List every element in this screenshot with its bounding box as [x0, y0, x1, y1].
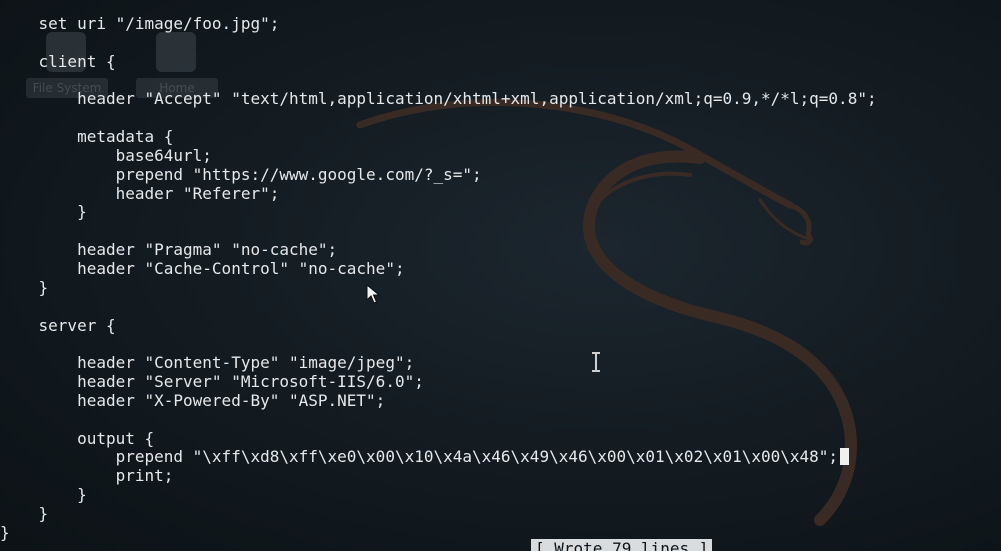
code-line: }: [0, 202, 87, 222]
mouse-pointer-icon: [366, 284, 380, 304]
code-line: server {: [0, 315, 116, 335]
code-line: }: [0, 522, 10, 542]
text-caret: [840, 448, 850, 466]
nano-status-message: [ Wrote 79 lines ]: [531, 539, 713, 551]
config-editor-text[interactable]: set uri "/image/foo.jpg"; client { heade…: [0, 14, 1001, 543]
code-line: }: [0, 277, 49, 297]
code-line: prepend "https://www.google.com/?_s=";: [0, 164, 482, 184]
code-line: header "Content-Type" "image/jpeg";: [0, 353, 415, 373]
terminal-window[interactable]: set uri "/image/foo.jpg"; client { heade…: [0, 0, 1001, 551]
text-cursor-icon: [592, 352, 600, 372]
code-line: client {: [0, 51, 116, 71]
code-line: header "Cache-Control" "no-cache";: [0, 258, 405, 278]
code-line: }: [0, 485, 87, 505]
code-line: header "X-Powered-By" "ASP.NET";: [0, 390, 386, 410]
code-line: metadata {: [0, 127, 174, 147]
code-line: header "Accept" "text/html,application/x…: [0, 89, 877, 109]
code-line: set uri "/image/foo.jpg";: [0, 14, 280, 33]
desktop-background: File System Home set uri "/image/foo.jpg…: [0, 0, 1001, 551]
code-line: output {: [0, 428, 155, 448]
code-line: }: [0, 503, 49, 523]
code-line: print;: [0, 466, 174, 486]
code-line: header "Pragma" "no-cache";: [0, 240, 338, 260]
code-line: header "Referer";: [0, 183, 280, 203]
code-line: header "Server" "Microsoft-IIS/6.0";: [0, 372, 424, 392]
code-line: prepend "\xff\xd8\xff\xe0\x00\x10\x4a\x4…: [0, 448, 1001, 467]
code-line: base64url;: [0, 145, 212, 165]
